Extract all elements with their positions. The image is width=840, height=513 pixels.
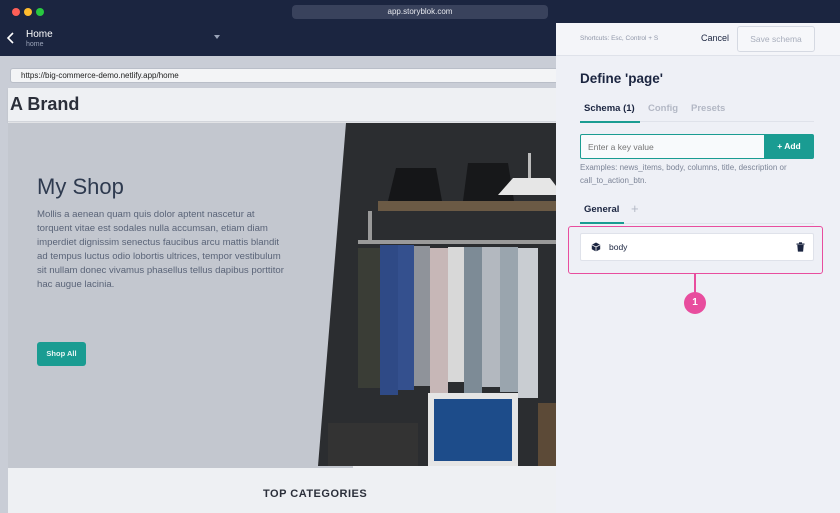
add-field-button[interactable]: + Add <box>764 134 814 159</box>
preview-page: A Brand My Shop Mollis a aenean quam qui… <box>8 88 556 513</box>
site-navbar: A Brand <box>8 88 556 122</box>
shop-all-button[interactable]: Shop All <box>37 342 86 366</box>
annotation-badge: 1 <box>684 292 706 314</box>
shortcuts-hint: Shortcuts: Esc, Control + S <box>580 35 659 42</box>
story-title: Home <box>26 29 53 40</box>
field-groups: General + <box>579 201 814 224</box>
add-group-icon[interactable]: + <box>631 201 639 216</box>
block-icon <box>591 242 601 252</box>
minimize-window-icon[interactable] <box>24 8 32 16</box>
window-titlebar: app.storyblok.com <box>0 0 840 23</box>
story-header: Home home <box>0 23 556 56</box>
maximize-window-icon[interactable] <box>36 8 44 16</box>
tab-presets[interactable]: Presets <box>691 103 725 114</box>
tab-config[interactable]: Config <box>648 103 678 114</box>
hero-image <box>318 123 556 466</box>
examples-hint: Examples: news_items, body, columns, tit… <box>580 163 787 185</box>
panel-toolbar: Shortcuts: Esc, Control + S Cancel Save … <box>556 23 840 56</box>
schema-field-row[interactable]: body <box>580 233 814 261</box>
cancel-button[interactable]: Cancel <box>701 33 729 43</box>
panel-title: Define 'page' <box>580 71 663 86</box>
hero-title: My Shop <box>37 174 124 199</box>
preview-url-field[interactable]: https://big-commerce-demo.netlify.app/ho… <box>10 68 556 83</box>
chevron-down-icon[interactable] <box>214 35 220 39</box>
close-window-icon[interactable] <box>12 8 20 16</box>
tab-schema[interactable]: Schema (1) <box>580 103 640 123</box>
key-value-input[interactable] <box>580 134 765 159</box>
save-schema-button[interactable]: Save schema <box>737 26 815 52</box>
brand-logo[interactable]: A Brand <box>10 94 79 115</box>
schema-tabs: Schema (1) Config Presets <box>580 100 814 123</box>
annotation-connector <box>694 274 696 293</box>
field-name: body <box>609 242 628 252</box>
browser-url-bar[interactable]: app.storyblok.com <box>292 5 548 19</box>
tab-general[interactable]: General <box>579 204 625 224</box>
categories-heading: TOP CATEGORIES <box>263 488 368 500</box>
story-slug: home <box>26 41 44 48</box>
schema-panel: Shortcuts: Esc, Control + S Cancel Save … <box>556 23 840 513</box>
visual-preview: https://big-commerce-demo.netlify.app/ho… <box>0 56 556 513</box>
back-arrow-icon[interactable] <box>6 31 20 47</box>
hero-description: Mollis a aenean quam quis dolor aptent n… <box>37 209 284 290</box>
trash-icon[interactable] <box>796 242 805 252</box>
